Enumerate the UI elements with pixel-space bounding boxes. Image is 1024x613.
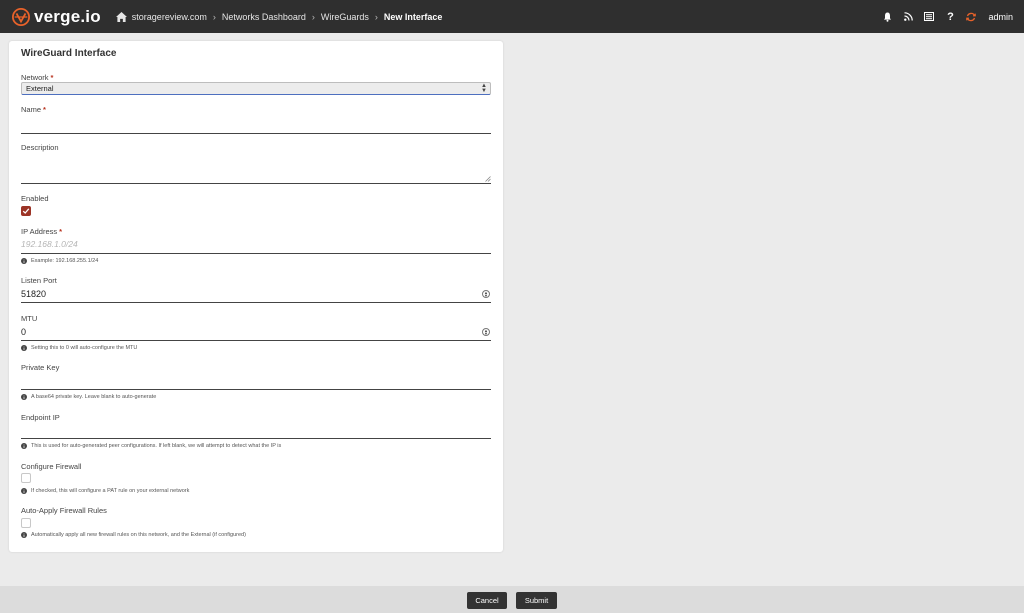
name-input[interactable]	[21, 120, 491, 132]
rss-icon[interactable]	[903, 12, 913, 22]
breadcrumb: storagereview.com › Networks Dashboard ›…	[115, 11, 443, 22]
mtu-hint-text: Setting this to 0 will auto-configure th…	[31, 345, 138, 351]
description-textarea[interactable]	[21, 157, 491, 181]
select-arrows-icon: ▲ ▼	[481, 83, 487, 94]
mtu-hint: i Setting this to 0 will auto-configure t…	[21, 345, 137, 351]
refresh-icon[interactable]	[966, 12, 977, 22]
action-footer	[0, 586, 1024, 613]
submit-button[interactable]: Submit	[516, 592, 557, 609]
top-bar: verge.io storagereview.com › Networks Da…	[0, 0, 1024, 33]
network-select-value: External	[26, 84, 54, 93]
endpoint-ip-label: Endpoint IP	[21, 413, 60, 422]
description-label: Description	[21, 143, 59, 152]
verge-logo-icon	[12, 7, 30, 26]
configure-firewall-label: Configure Firewall	[21, 462, 82, 471]
name-label: Name *	[21, 105, 46, 114]
cancel-button[interactable]: Cancel	[467, 592, 507, 609]
required-marker: *	[43, 105, 46, 114]
ip-address-hint-text: Example: 192.168.255.1/24	[31, 258, 99, 264]
private-key-input[interactable]	[21, 375, 491, 387]
chevron-right-icon: ›	[374, 11, 378, 22]
info-icon: i	[21, 345, 27, 351]
info-icon: i	[21, 394, 27, 400]
listen-port-underline	[21, 302, 491, 303]
enabled-checkbox[interactable]	[21, 206, 31, 216]
mtu-underline	[21, 340, 491, 341]
enabled-label: Enabled	[21, 194, 49, 203]
private-key-hint: i A base64 private key. Leave blank to au…	[21, 394, 156, 400]
name-label-text: Name	[21, 105, 42, 114]
resize-handle-icon[interactable]	[485, 176, 491, 182]
mtu-label: MTU	[21, 314, 38, 323]
endpoint-ip-hint-text: This is used for auto-generated peer con…	[31, 443, 282, 449]
breadcrumb-wireguards[interactable]: WireGuards	[321, 12, 369, 22]
chevron-right-icon: ›	[311, 11, 315, 22]
ip-address-label: IP Address *	[21, 227, 62, 236]
breadcrumb-current: New Interface	[383, 11, 443, 22]
network-label: Network *	[21, 73, 53, 82]
private-key-underline	[21, 389, 491, 390]
logo[interactable]: verge.io	[12, 7, 101, 27]
header-toolbar: ? admin	[871, 0, 1013, 33]
ip-address-label-text: IP Address	[21, 227, 58, 236]
private-key-hint-text: A base64 private key. Leave blank to aut…	[31, 394, 157, 400]
network-label-text: Network	[21, 73, 49, 82]
configure-firewall-hint: i If checked, this will configure a PAT r…	[21, 488, 189, 494]
info-icon: i	[21, 532, 27, 538]
mtu-input[interactable]: 0	[21, 327, 26, 337]
form-title: WireGuard Interface	[21, 48, 117, 59]
stepper-down-icon: ▼	[484, 331, 488, 336]
listen-port-stepper[interactable]: ▲ ▼	[482, 290, 490, 298]
brand-name: verge.io	[34, 6, 101, 26]
wireguard-interface-form: WireGuard Interface Network * External ▲ ▼…	[9, 41, 503, 552]
help-icon[interactable]: ?	[945, 11, 955, 23]
configure-firewall-checkbox[interactable]	[21, 473, 31, 483]
breadcrumb-site[interactable]: storagereview.com	[132, 12, 207, 22]
required-marker: *	[50, 73, 54, 82]
endpoint-ip-input[interactable]	[21, 425, 491, 437]
ip-address-input[interactable]: 192.168.1.0/24	[21, 239, 78, 249]
auto-apply-label: Auto-Apply Firewall Rules	[21, 506, 107, 515]
info-icon: i	[21, 488, 27, 494]
ip-address-underline	[21, 253, 491, 254]
endpoint-ip-hint: i This is used for auto-generated peer co…	[21, 443, 281, 449]
configure-firewall-hint-text: If checked, this will configure a PAT ru…	[31, 488, 190, 494]
info-icon: i	[21, 258, 27, 264]
chevron-right-icon: ›	[212, 11, 216, 22]
bell-icon[interactable]	[882, 12, 892, 22]
mtu-stepper[interactable]: ▲ ▼	[482, 328, 490, 336]
stepper-down-icon: ▼	[484, 293, 488, 298]
ip-address-hint: i Example: 192.168.255.1/24	[21, 258, 98, 264]
private-key-label: Private Key	[21, 363, 60, 372]
home-icon[interactable]	[115, 11, 127, 22]
listen-port-label: Listen Port	[21, 276, 57, 285]
description-underline	[21, 183, 491, 184]
listen-port-input[interactable]: 51820	[21, 289, 46, 299]
network-select[interactable]: External ▲ ▼	[21, 82, 491, 95]
list-icon[interactable]	[924, 12, 935, 22]
auto-apply-checkbox[interactable]	[21, 518, 31, 528]
endpoint-ip-underline	[21, 438, 491, 439]
name-input-underline	[21, 133, 491, 134]
required-marker: *	[59, 227, 63, 236]
user-menu[interactable]: admin	[988, 12, 1013, 22]
auto-apply-hint-text: Automatically apply all new firewall rul…	[31, 532, 246, 538]
info-icon: i	[21, 443, 27, 449]
breadcrumb-networks-dashboard[interactable]: Networks Dashboard	[222, 12, 306, 22]
checkmark-icon	[22, 208, 30, 214]
auto-apply-hint: i Automatically apply all new firewall ru…	[21, 532, 246, 538]
